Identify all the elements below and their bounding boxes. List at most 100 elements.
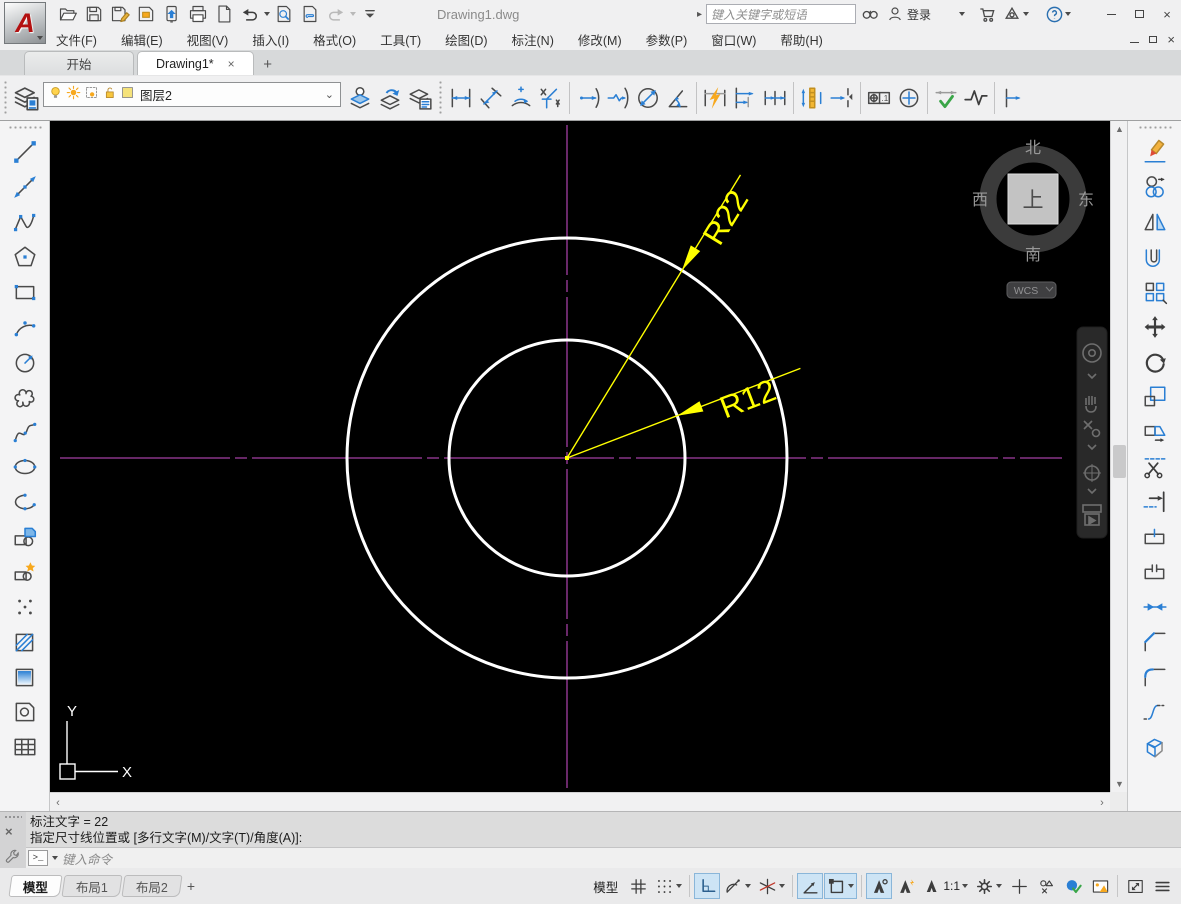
menu-item-0[interactable]: 文件(F)	[56, 30, 97, 49]
dim-angular-button[interactable]	[663, 80, 693, 116]
wcs-button[interactable]: WCS	[1007, 282, 1056, 298]
rotate-button[interactable]	[1138, 344, 1172, 379]
chamfer-button[interactable]	[1138, 624, 1172, 659]
revision-cloud-button[interactable]	[8, 379, 42, 414]
insert-block-button[interactable]	[8, 519, 42, 554]
dim-arc-length-button[interactable]	[506, 80, 536, 116]
dim-inspect-button[interactable]	[931, 80, 961, 116]
undo-dropdown-icon[interactable]	[264, 12, 270, 16]
ellipse-button[interactable]	[8, 449, 42, 484]
annotation-scale-toggle[interactable]: 1:1	[920, 873, 971, 899]
file-tab-Drawing1[interactable]: Drawing1*×	[137, 51, 254, 75]
line-button[interactable]	[8, 134, 42, 169]
gradient-button[interactable]	[8, 659, 42, 694]
isolate-objects-toggle[interactable]	[1033, 873, 1059, 899]
circle-button[interactable]	[8, 344, 42, 379]
trim-button[interactable]	[1138, 449, 1172, 484]
hatch-button[interactable]	[8, 624, 42, 659]
isodraft-dropdown-icon[interactable]	[779, 884, 785, 888]
menu-item-1[interactable]: 编辑(E)	[121, 30, 163, 49]
layer-states-button[interactable]	[405, 80, 435, 116]
scale-button[interactable]	[1138, 379, 1172, 414]
crosshair-plus-toggle[interactable]	[1006, 873, 1032, 899]
region-button[interactable]	[8, 694, 42, 729]
polyline-button[interactable]	[8, 204, 42, 239]
publish-button[interactable]	[298, 2, 322, 26]
file-tab-close-icon[interactable]: ×	[228, 57, 235, 71]
table-button[interactable]	[8, 729, 42, 764]
command-input[interactable]: >_ 键入命令	[26, 847, 1181, 868]
a360-dropdown-icon[interactable]	[1023, 12, 1029, 16]
command-grip[interactable]	[4, 815, 22, 820]
join-button[interactable]	[1138, 589, 1172, 624]
annotation-visibility-toggle[interactable]	[866, 873, 892, 899]
spline-button[interactable]	[8, 414, 42, 449]
toolbar-grip[interactable]	[1138, 125, 1172, 130]
doc-close-button[interactable]: ×	[1167, 32, 1175, 47]
otrack-toggle[interactable]	[797, 873, 823, 899]
signin-label[interactable]: 登录	[907, 6, 931, 23]
rectangle-button[interactable]	[8, 274, 42, 309]
viewcube-west-label[interactable]: 西	[972, 192, 988, 209]
dim-jog-line-button[interactable]	[961, 80, 991, 116]
graphics-performance-toggle[interactable]	[1060, 873, 1086, 899]
drawing-canvas[interactable]: R22R12YX上北南西东WCS	[50, 121, 1110, 792]
polar-dropdown-icon[interactable]	[745, 884, 751, 888]
navigation-bar[interactable]	[1077, 327, 1107, 538]
redo-button[interactable]	[324, 2, 348, 26]
model-space-button[interactable]: 模型	[593, 877, 618, 896]
dim-diameter-button[interactable]	[633, 80, 663, 116]
command-close-icon[interactable]: ×	[5, 824, 13, 839]
ellipse-arc-button[interactable]	[8, 484, 42, 519]
osnap-dropdown-icon[interactable]	[848, 884, 854, 888]
expand-arrow-icon[interactable]: ▸	[697, 9, 702, 20]
menu-item-9[interactable]: 参数(P)	[646, 30, 688, 49]
vertical-scroll-thumb[interactable]	[1113, 445, 1126, 478]
dim-space-button[interactable]	[797, 80, 827, 116]
new-button[interactable]	[212, 2, 236, 26]
undo-button[interactable]	[238, 2, 262, 26]
fillet-button[interactable]	[1138, 659, 1172, 694]
polar-toggle[interactable]	[721, 873, 754, 899]
annotation-scale-dropdown-icon[interactable]	[962, 884, 968, 888]
save-as-button[interactable]	[108, 2, 132, 26]
workspace-gear-dropdown-icon[interactable]	[996, 884, 1002, 888]
clean-screen-toggle[interactable]	[1087, 873, 1113, 899]
dim-radius-button[interactable]	[573, 80, 603, 116]
signin-dropdown-icon[interactable]	[959, 12, 965, 16]
osnap-toggle[interactable]	[824, 873, 857, 899]
arc-button[interactable]	[8, 309, 42, 344]
customization-menu-toggle[interactable]	[1149, 873, 1175, 899]
plot-button[interactable]	[186, 2, 210, 26]
layer-dropdown-chevron-icon[interactable]: ⌄	[325, 88, 336, 101]
break-at-point-button[interactable]	[1138, 519, 1172, 554]
fullscreen-toggle[interactable]	[1122, 873, 1148, 899]
new-layout-button[interactable]: +	[187, 878, 195, 894]
help-icon[interactable]	[1043, 3, 1065, 25]
menu-item-7[interactable]: 标注(N)	[512, 30, 554, 49]
offset-button[interactable]	[1138, 239, 1172, 274]
center-mark-button[interactable]	[894, 80, 924, 116]
tolerance-button[interactable]: .1	[864, 80, 894, 116]
menu-item-8[interactable]: 修改(M)	[578, 30, 622, 49]
dim-ordinate-button[interactable]	[536, 80, 566, 116]
viewcube[interactable]: 上北南西东	[972, 139, 1094, 264]
isodraft-toggle[interactable]	[755, 873, 788, 899]
point-button[interactable]	[8, 589, 42, 624]
layout-tab-布局1[interactable]: 布局1	[61, 875, 122, 897]
explode-button[interactable]	[1138, 729, 1172, 764]
quick-dim-button[interactable]	[700, 80, 730, 116]
erase-button[interactable]	[1138, 134, 1172, 169]
file-tab-[interactable]: 开始	[24, 51, 134, 75]
snap-toggle[interactable]	[652, 873, 685, 899]
command-history-dropdown-icon[interactable]	[52, 856, 58, 860]
dim-baseline-button[interactable]	[730, 80, 760, 116]
bulb-on-icon[interactable]	[48, 85, 63, 103]
make-current-button[interactable]	[345, 80, 375, 116]
save-web-button[interactable]	[134, 2, 158, 26]
minimize-button[interactable]	[1097, 3, 1125, 25]
layer-dropdown[interactable]: 图层2⌄	[43, 82, 341, 107]
app-logo-button[interactable]: A	[4, 2, 46, 44]
signin-user-icon[interactable]	[884, 3, 906, 25]
upload-mobile-button[interactable]	[160, 2, 184, 26]
